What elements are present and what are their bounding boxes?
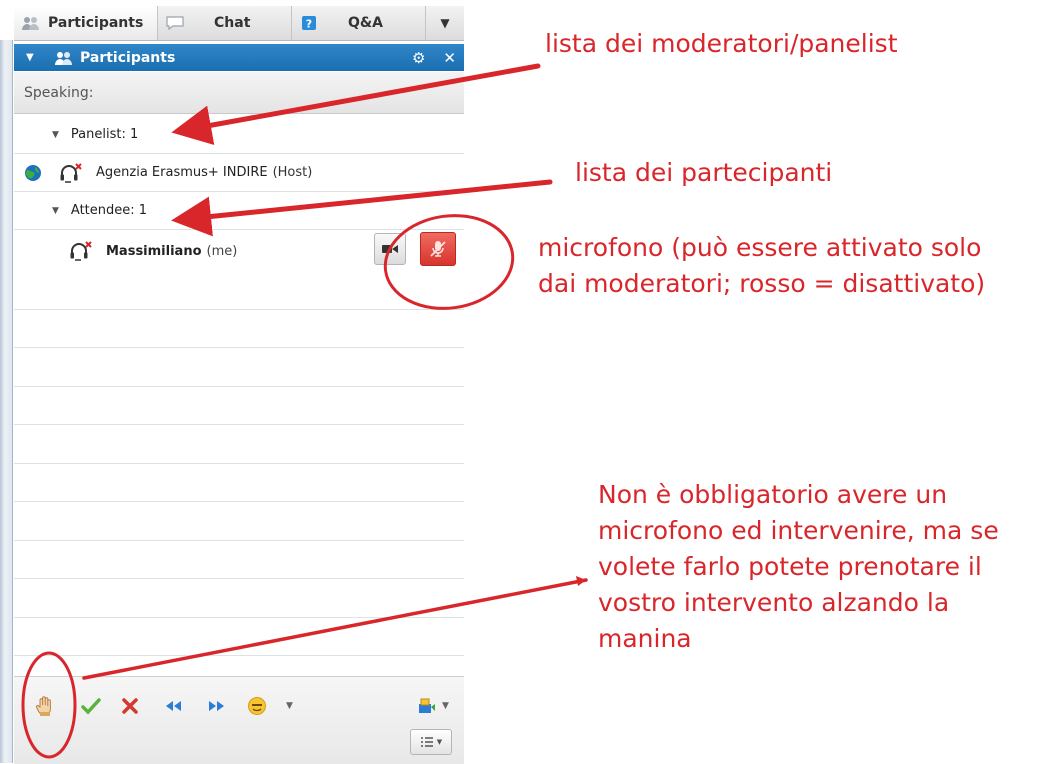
arrow-raise-hand-tip (576, 576, 586, 586)
list-divider (14, 347, 464, 348)
tab-chat-label: Chat (214, 15, 251, 31)
chevron-down-icon: ▼ (436, 738, 443, 746)
list-item[interactable]: Agenzia Erasmus+ INDIRE (Host) (14, 154, 464, 192)
chat-bubble-icon (164, 14, 186, 32)
list-divider (14, 655, 464, 656)
collapse-triangle-icon[interactable]: ▼ (26, 52, 40, 63)
list-divider (14, 501, 464, 502)
annotation-microphone: microfono (può essere attivato solo dai … (538, 233, 986, 298)
tab-chat[interactable]: Chat (158, 6, 292, 40)
annotation-participants: lista dei partecipanti (575, 158, 833, 187)
tab-overflow-dropdown[interactable]: ▼ (426, 6, 464, 40)
participant-role: (Host) (272, 165, 313, 180)
participant-role: (me) (206, 243, 238, 259)
list-options-icon (420, 737, 433, 747)
list-divider (14, 617, 464, 618)
tab-bar: Participants Chat ? Q&A ▼ (14, 6, 464, 41)
expand-triangle-icon[interactable]: ▼ (52, 130, 59, 140)
microphone-muted-icon (430, 241, 446, 257)
panel-title-bar: ▼ Participants ⚙ ✕ (14, 44, 464, 71)
list-divider (14, 578, 464, 579)
page-title: Participants (80, 49, 176, 66)
group-header-attendee[interactable]: ▼ Attendee: 1 (14, 192, 464, 230)
list-item[interactable]: Massimiliano (me) (14, 230, 464, 272)
annotation-raise-hand: Non è obbligatorio avere un microfono ed… (598, 480, 999, 653)
expand-triangle-icon[interactable]: ▼ (52, 206, 59, 216)
list-options-button[interactable]: ▼ (410, 729, 452, 755)
headset-muted-icon (68, 240, 92, 262)
list-divider (14, 386, 464, 387)
tab-qa-label: Q&A (348, 15, 383, 31)
group-label-attendee: Attendee: 1 (70, 203, 148, 218)
globe-icon (24, 164, 42, 182)
panel-left-edge (0, 40, 13, 763)
video-camera-icon (382, 245, 398, 253)
participants-panel: Participants Chat ? Q&A ▼ ▼ Participants… (0, 0, 468, 764)
emoticon-dropdown-caret-icon[interactable]: ▼ (286, 701, 293, 711)
speaking-label: Speaking: (24, 84, 94, 101)
emoticon-icon[interactable] (244, 693, 270, 719)
participants-icon (54, 51, 74, 65)
check-icon[interactable] (78, 693, 104, 719)
list-divider (14, 424, 464, 425)
video-camera-button[interactable] (374, 233, 406, 265)
headset-muted-icon (58, 162, 82, 184)
annotation-moderators: lista dei moderatori/panelist (545, 29, 898, 58)
tab-participants-label: Participants (48, 15, 144, 31)
chevron-down-icon: ▼ (440, 16, 450, 30)
cross-icon[interactable] (117, 693, 143, 719)
participants-icon (20, 14, 42, 32)
bottom-toolbar: ▼ ▼ ▼ (14, 676, 464, 764)
raise-hand-icon[interactable] (32, 693, 58, 719)
participant-name: Agenzia Erasmus+ INDIRE (96, 165, 268, 180)
gear-icon[interactable]: ⚙ (412, 49, 425, 67)
participant-name: Massimiliano (106, 243, 202, 259)
share-icon[interactable] (414, 693, 440, 719)
microphone-muted-button[interactable] (420, 232, 456, 266)
group-label-panelist: Panelist: 1 (70, 127, 139, 142)
fast-forward-icon[interactable] (204, 693, 230, 719)
svg-text:?: ? (306, 18, 312, 31)
close-icon[interactable]: ✕ (443, 49, 456, 67)
share-dropdown-caret-icon[interactable]: ▼ (442, 701, 449, 711)
list-divider (14, 540, 464, 541)
list-divider (14, 309, 464, 310)
question-icon: ? (298, 14, 320, 32)
group-header-panelist[interactable]: ▼ Panelist: 1 (14, 116, 464, 154)
tab-participants[interactable]: Participants (14, 6, 158, 40)
rewind-icon[interactable] (160, 693, 186, 719)
speaking-bar: Speaking: (14, 72, 464, 114)
list-divider (14, 463, 464, 464)
tab-qa[interactable]: ? Q&A (292, 6, 426, 40)
